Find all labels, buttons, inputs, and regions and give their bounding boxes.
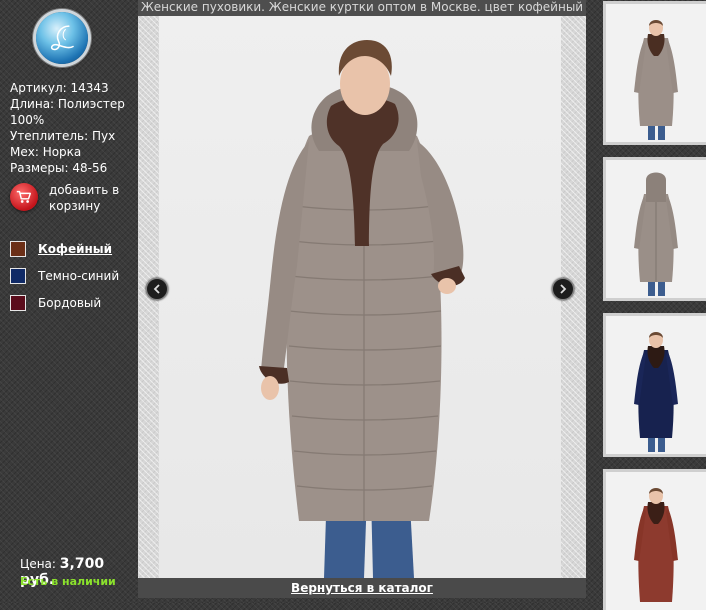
price-label: Цена: (20, 557, 56, 571)
spec-sizes: Размеры: 48-56 (10, 161, 108, 175)
product-specs: Артикул: 14343 Длина: Полиэстер 100% Уте… (10, 80, 134, 176)
color-swatch (10, 241, 26, 257)
thumbnail-4[interactable] (606, 472, 706, 610)
coat-model-figure (259, 40, 465, 578)
image-viewer (138, 16, 586, 578)
color-option-coffee[interactable]: Кофейный (10, 240, 119, 258)
spec-insulation: Утеплитель: Пух (10, 129, 116, 143)
color-label: Бордовый (38, 296, 102, 310)
back-to-catalog-link[interactable]: Вернуться в каталог (291, 581, 433, 595)
color-label: Темно-синий (38, 269, 120, 283)
color-option-navy[interactable]: Темно-синий (10, 267, 119, 285)
thumbnail-figure (634, 20, 678, 140)
thumbnail-2[interactable] (606, 160, 706, 298)
prev-image-button[interactable] (146, 278, 168, 300)
logo-monogram (50, 25, 74, 51)
color-swatch (10, 295, 26, 311)
color-option-burgundy[interactable]: Бордовый (10, 294, 119, 312)
spec-article: Артикул: 14343 (10, 81, 109, 95)
chevron-left-icon (153, 284, 160, 294)
next-image-button[interactable] (552, 278, 574, 300)
color-swatch (10, 268, 26, 284)
add-to-cart-button[interactable]: добавить в корзину (10, 182, 129, 214)
shopping-cart-icon (10, 183, 38, 211)
spec-fur: Мех: Норка (10, 145, 82, 159)
spec-material: Длина: Полиэстер 100% (10, 97, 125, 127)
color-label: Кофейный (38, 242, 113, 256)
chevron-right-icon (560, 284, 567, 294)
thumbnail-figure (634, 332, 678, 452)
thumbnail-figure (634, 488, 678, 602)
thumbnail-3[interactable] (606, 316, 706, 454)
color-options: Кофейный Темно-синий Бордовый (10, 240, 119, 321)
page-title: Женские пуховики. Женские куртки оптом в… (138, 0, 586, 16)
thumbnail-figure (634, 172, 678, 296)
thumbnail-1[interactable] (606, 4, 706, 142)
script-l-logo-icon[interactable] (36, 12, 88, 64)
main-product-photo (159, 16, 561, 578)
product-info-panel: Артикул: 14343 Длина: Полиэстер 100% Уте… (0, 0, 138, 603)
availability-status: Есть в наличии (20, 575, 116, 588)
back-to-catalog-bar: Вернуться в каталог (138, 578, 586, 598)
add-to-cart-label: добавить в корзину (49, 183, 120, 213)
